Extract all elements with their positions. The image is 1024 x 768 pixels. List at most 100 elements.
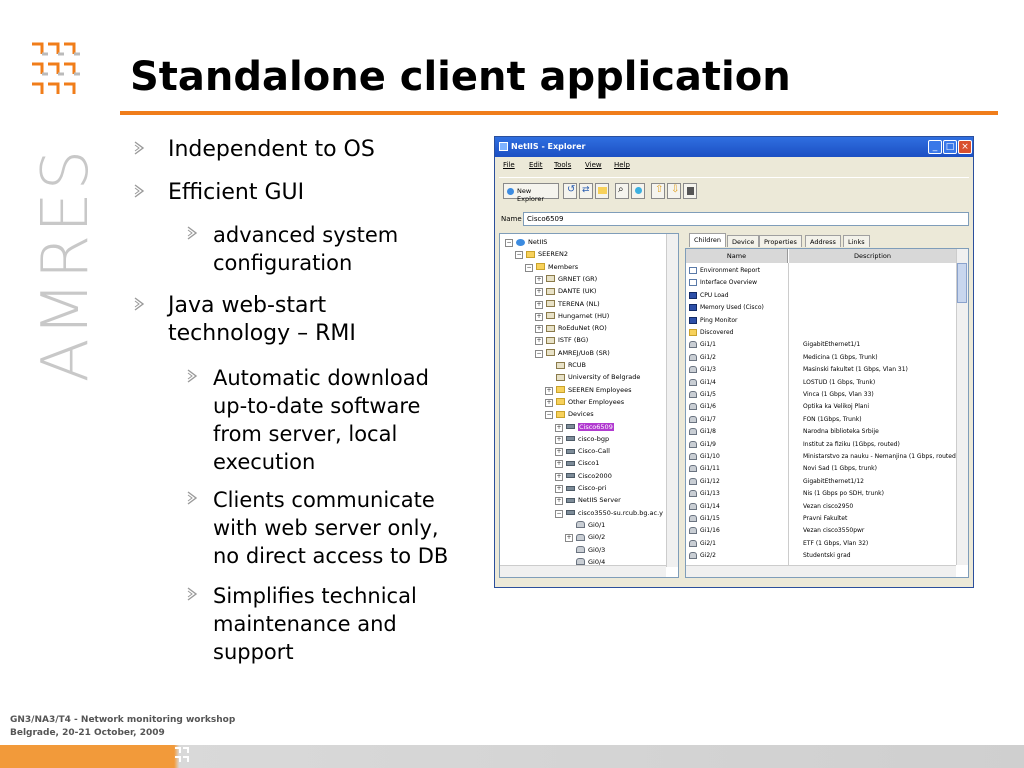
expand-icon[interactable]: +	[545, 386, 553, 395]
table-row[interactable]: Ping Monitor	[686, 315, 956, 327]
tree-node[interactable]: + GRNET (GR)	[535, 273, 597, 285]
tree-node[interactable]: + NetIIS Server	[555, 494, 621, 506]
expand-icon[interactable]: +	[555, 460, 563, 469]
table-row[interactable]: Gi1/8 Narodna biblioteka Srbije	[686, 426, 956, 438]
tab-properties[interactable]: Properties	[759, 235, 802, 247]
tree-node[interactable]: + Cisco2000	[555, 470, 612, 482]
expand-icon[interactable]: +	[535, 300, 543, 309]
search-icon[interactable]: ⌕	[615, 183, 629, 199]
tree-node[interactable]: − AMREJ/UoB (SR)	[535, 347, 610, 359]
tab-address[interactable]: Address	[805, 235, 841, 247]
table-row[interactable]: Gi1/1 GigabitEthernet1/1	[686, 339, 956, 351]
table-row[interactable]: Gi1/3 Masinski fakultet (1 Gbps, Vlan 31)	[686, 364, 956, 376]
table-row[interactable]: Environment Report	[686, 265, 956, 277]
column-header-description[interactable]: Description	[789, 249, 956, 263]
collapse-icon[interactable]: −	[555, 509, 563, 518]
expand-icon[interactable]: +	[565, 534, 573, 543]
table-row[interactable]: Memory Used (Cisco)	[686, 302, 956, 314]
table-row[interactable]: Gi1/6 Optika ka Velikoj Plani	[686, 401, 956, 413]
tree-node[interactable]: Gi0/1	[576, 519, 605, 531]
expand-icon[interactable]: +	[535, 312, 543, 321]
tab-children[interactable]: Children	[689, 233, 727, 247]
up-arrow-icon[interactable]: ⇧	[651, 183, 665, 199]
menu-view[interactable]: View	[585, 161, 602, 169]
back-folder-icon[interactable]	[595, 183, 609, 199]
expand-icon[interactable]: +	[555, 448, 563, 457]
tree-node[interactable]: − NetIIS	[505, 236, 547, 248]
menu-edit[interactable]: Edit	[529, 161, 543, 169]
tree-node[interactable]: + Cisco1	[555, 457, 599, 469]
tree-node[interactable]: + Cisco-pri	[555, 482, 606, 494]
tree-node[interactable]: + Gi0/2	[565, 531, 605, 543]
table-row[interactable]: Gi1/16 Vezan cisco3550pwr	[686, 525, 956, 537]
table-row[interactable]: Interface Overview	[686, 277, 956, 289]
table-row[interactable]: Gi1/13 Nis (1 Gbps po SDH, trunk)	[686, 488, 956, 500]
table-row[interactable]: Gi1/9 Institut za fiziku (1Gbps, routed)	[686, 439, 956, 451]
tree-node[interactable]: + Cisco6509	[555, 421, 614, 433]
expand-icon[interactable]: +	[535, 288, 543, 297]
expand-icon[interactable]: +	[535, 337, 543, 346]
expand-icon[interactable]: +	[545, 398, 553, 407]
table-row[interactable]: Gi1/12 GigabitEthernet1/12	[686, 476, 956, 488]
tree-node[interactable]: − cisco3550-su.rcub.bg.ac.y	[555, 507, 663, 519]
expand-icon[interactable]: +	[555, 497, 563, 506]
table-row[interactable]: Gi1/10 Ministarstvo za nauku - Nemanjina …	[686, 451, 958, 463]
tree-node[interactable]: − Members	[525, 261, 578, 273]
table-row[interactable]: Gi1/5 Vinca (1 Gbps, Vlan 33)	[686, 389, 956, 401]
expand-icon[interactable]: +	[555, 435, 563, 444]
table-row[interactable]: Gi2/1 ETF (1 Gbps, Vlan 32)	[686, 538, 956, 550]
tree-node[interactable]: + RoEduNet (RO)	[535, 322, 607, 334]
tree-vertical-scrollbar[interactable]	[666, 234, 678, 567]
refresh-icon[interactable]: ↺	[563, 183, 577, 199]
tree-node[interactable]: + cisco-bgp	[555, 433, 609, 445]
tree-node[interactable]: University of Belgrade	[556, 371, 640, 383]
collapse-icon[interactable]: −	[535, 349, 543, 358]
menu-help[interactable]: Help	[614, 161, 630, 169]
column-header-name[interactable]: Name	[686, 249, 788, 263]
maximize-icon[interactable]: □	[943, 140, 957, 154]
tree-node[interactable]: + DANTE (UK)	[535, 285, 596, 297]
tab-links[interactable]: Links	[843, 235, 870, 247]
table-row[interactable]: Gi1/11 Novi Sad (1 Gbps, trunk)	[686, 463, 956, 475]
tab-device[interactable]: Device	[727, 235, 760, 247]
table-row[interactable]: Gi1/4 LOSTUD (1 Gbps, Trunk)	[686, 377, 956, 389]
table-row[interactable]: Gi1/7 FON (1Gbps, Trunk)	[686, 414, 956, 426]
table-row[interactable]: Gi1/15 Pravni Fakultet	[686, 513, 956, 525]
name-field[interactable]: Cisco6509	[523, 212, 969, 226]
tree-node[interactable]: + ISTF (BG)	[535, 334, 588, 346]
expand-icon[interactable]: +	[555, 485, 563, 493]
table-row[interactable]: Discovered	[686, 327, 956, 339]
collapse-icon[interactable]: −	[525, 263, 533, 272]
table-row[interactable]: CPU Load	[686, 290, 956, 302]
expand-icon[interactable]: +	[555, 472, 563, 481]
expand-icon[interactable]: +	[535, 275, 543, 284]
collapse-icon[interactable]: −	[515, 251, 523, 260]
table-scroll-thumb[interactable]	[957, 263, 967, 303]
minimize-icon[interactable]: _	[928, 140, 942, 154]
new-explorer-button[interactable]: New Explorer	[503, 183, 559, 203]
tree-node[interactable]: + Hungarnet (HU)	[535, 310, 609, 322]
sync-icon[interactable]: ⇄	[579, 183, 593, 199]
save-icon[interactable]	[683, 183, 697, 199]
tree-node[interactable]: + TERENA (NL)	[535, 298, 600, 310]
window-titlebar[interactable]: NetIIS - Explorer _ □ ×	[495, 137, 973, 157]
collapse-icon[interactable]: −	[505, 239, 513, 247]
network-icon[interactable]	[631, 183, 645, 199]
tree-node[interactable]: − Devices	[545, 408, 594, 420]
tree-node[interactable]: − SEEREN2	[515, 248, 568, 260]
tree-node[interactable]: RCUB	[556, 359, 586, 371]
menu-file[interactable]: File	[503, 161, 515, 169]
tree-node[interactable]: + SEEREN Employees	[545, 384, 631, 396]
table-row[interactable]: Gi1/14 Vezan cisco2950	[686, 501, 956, 513]
tree-horizontal-scrollbar[interactable]	[500, 565, 666, 577]
table-row[interactable]: Gi2/2 Studentski grad	[686, 550, 956, 562]
table-row[interactable]: Gi1/2 Medicina (1 Gbps, Trunk)	[686, 352, 956, 364]
table-horizontal-scrollbar[interactable]	[686, 565, 956, 577]
close-icon[interactable]: ×	[958, 140, 972, 154]
expand-icon[interactable]: +	[535, 325, 543, 334]
menu-tools[interactable]: Tools	[554, 161, 571, 169]
collapse-icon[interactable]: −	[545, 411, 553, 420]
expand-icon[interactable]: +	[555, 423, 563, 432]
tree-node[interactable]: + Cisco-Call	[555, 445, 610, 457]
down-arrow-icon[interactable]: ⇩	[667, 183, 681, 199]
